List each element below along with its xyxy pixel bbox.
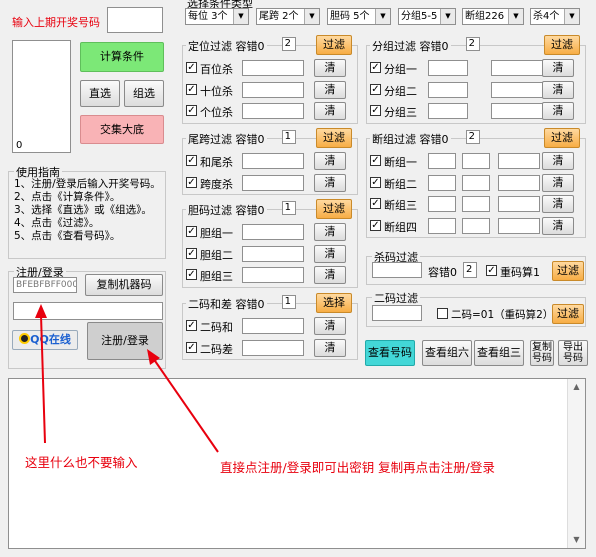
annotation-right: 直接点注册/登录即可出密钥 复制再点击注册/登录 bbox=[220, 460, 495, 475]
annotation-left: 这里什么也不要输入 bbox=[25, 455, 138, 470]
